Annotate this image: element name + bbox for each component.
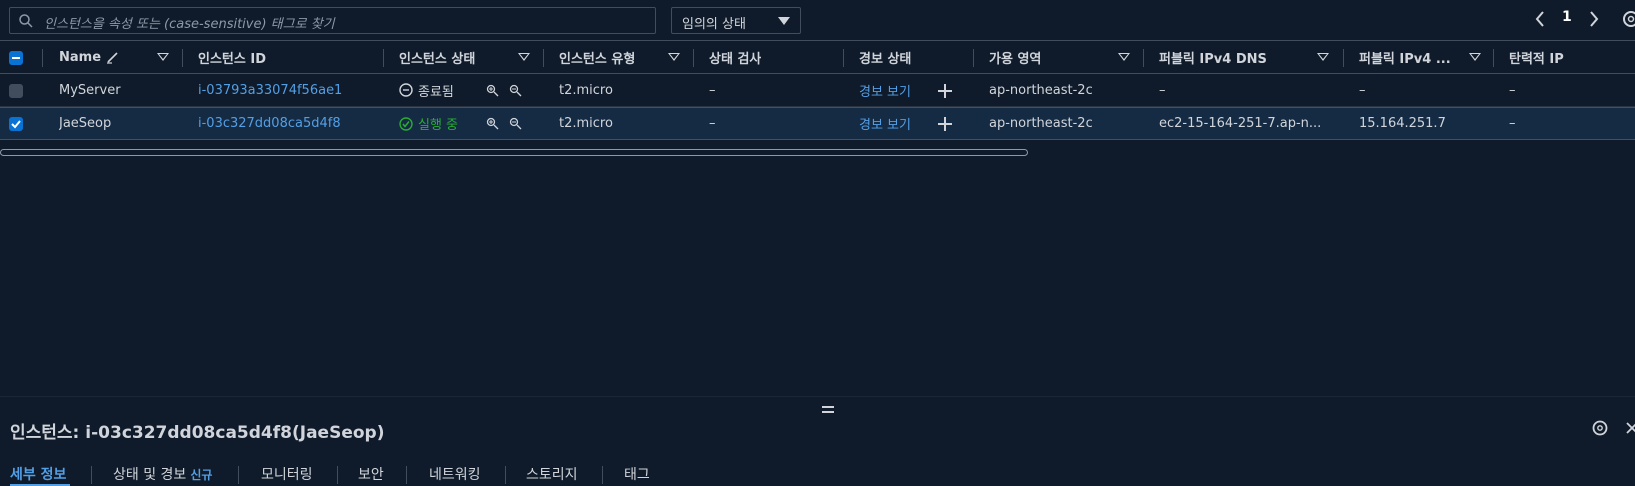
column-separator: [383, 49, 384, 67]
cell-name: JaeSeop: [59, 116, 112, 131]
chevron-right-icon[interactable]: [1587, 8, 1601, 30]
tab-storage[interactable]: 스토리지: [526, 464, 578, 484]
column-separator: [693, 49, 694, 67]
check-icon: [11, 120, 21, 129]
column-header-instance-id[interactable]: 인스턴스 ID: [198, 41, 266, 73]
column-separator: [543, 49, 544, 67]
zoom-in-icon[interactable]: [486, 117, 500, 131]
column-header-status-check[interactable]: 상태 검사: [709, 41, 761, 73]
cell-availability-zone: ap-northeast-2c: [989, 116, 1093, 131]
tab-monitoring[interactable]: 모니터링: [261, 464, 313, 484]
column-header-availability-zone[interactable]: 가용 영역: [989, 41, 1041, 73]
tab-status-alarms[interactable]: 상태 및 경보 신규: [113, 464, 212, 484]
state-label: 실행 중: [418, 118, 459, 133]
filter-toolbar: 인스턴스을 속성 또는 (case-sensitive) 태그로 찾기 임의의 …: [0, 0, 1635, 40]
page-number[interactable]: 1: [1562, 9, 1572, 31]
search-icon: [19, 14, 33, 28]
sort-icon[interactable]: [1317, 53, 1329, 61]
close-icon[interactable]: [1624, 420, 1635, 436]
cell-state: 종료됨: [399, 74, 454, 106]
cell-instance-type: t2.micro: [559, 116, 613, 131]
instance-id-link[interactable]: i-03c327dd08ca5d4f8: [198, 108, 341, 139]
tab-separator: [505, 466, 506, 484]
column-header-instance-state[interactable]: 인스턴스 상태: [399, 41, 475, 73]
column-separator: [1493, 49, 1494, 67]
search-input[interactable]: 인스턴스을 속성 또는 (case-sensitive) 태그로 찾기: [9, 7, 656, 34]
cell-instance-type: t2.micro: [559, 82, 613, 98]
cell-elastic-ip: –: [1509, 116, 1516, 131]
column-header-elastic-ip[interactable]: 탄력적 IP: [1509, 41, 1564, 73]
cell-state: 실행 중: [399, 108, 458, 139]
tab-separator: [238, 466, 239, 484]
tab-networking[interactable]: 네트워킹: [429, 464, 481, 484]
cell-status-check: –: [709, 116, 716, 131]
pane-divider: [0, 396, 1635, 397]
stopped-status-icon: [399, 83, 413, 97]
new-badge: 신규: [190, 468, 213, 482]
tab-separator: [602, 466, 603, 484]
column-header-name[interactable]: Name: [59, 41, 120, 73]
cell-elastic-ip: –: [1509, 82, 1516, 98]
tab-separator: [406, 466, 407, 484]
tab-details[interactable]: 세부 정보: [10, 464, 66, 484]
table-row[interactable]: JaeSeop i-03c327dd08ca5d4f8 실행 중 t2.micr…: [0, 107, 1635, 140]
column-header-alarm-status[interactable]: 경보 상태: [859, 41, 911, 73]
view-alarms-link[interactable]: 경보 보기: [859, 74, 911, 106]
running-status-icon: [399, 116, 413, 131]
sort-icon[interactable]: [157, 53, 169, 61]
tab-label: 상태 및 경보: [113, 467, 187, 483]
horizontal-scrollbar[interactable]: [0, 149, 1028, 156]
row-checkbox[interactable]: [9, 84, 23, 98]
table-row[interactable]: MyServer i-03793a33074f56ae1 종료됨 t2.micr…: [0, 74, 1635, 107]
gear-icon[interactable]: [1590, 418, 1610, 438]
instance-id-link[interactable]: i-03793a33074f56ae1: [198, 74, 342, 106]
zoom-in-icon[interactable]: [486, 84, 500, 98]
tab-tags[interactable]: 태그: [624, 464, 650, 484]
table-header: Name 인스턴스 ID 인스턴스 상태 인스턴스 유형 상태 검사 경보 상태…: [0, 40, 1635, 74]
search-placeholder: 인스턴스을 속성 또는 (case-sensitive) 태그로 찾기: [44, 17, 335, 32]
zoom-out-icon[interactable]: [509, 117, 523, 131]
pencil-icon: [107, 52, 118, 64]
chevron-left-icon[interactable]: [1533, 8, 1547, 30]
add-alarm-icon[interactable]: [938, 84, 952, 98]
state-filter-value: 임의의 상태: [682, 17, 746, 32]
caret-down-icon: [778, 17, 790, 25]
cell-name: MyServer: [59, 82, 121, 98]
select-all-checkbox[interactable]: [9, 51, 23, 65]
state-label: 종료됨: [418, 84, 454, 100]
cell-status-check: –: [709, 82, 716, 98]
tab-security[interactable]: 보안: [358, 464, 384, 484]
gear-icon[interactable]: [1620, 8, 1635, 30]
view-alarms-link[interactable]: 경보 보기: [859, 108, 911, 139]
cell-public-ip: –: [1359, 82, 1366, 98]
column-separator: [1343, 49, 1344, 67]
add-alarm-icon[interactable]: [938, 117, 952, 131]
column-separator: [843, 49, 844, 67]
cell-public-dns: ec2-15-164-251-7.ap-n...: [1159, 116, 1322, 131]
column-header-public-dns[interactable]: 퍼블릭 IPv4 DNS: [1159, 41, 1267, 73]
tab-separator: [91, 466, 92, 484]
resize-handle-icon[interactable]: [822, 406, 834, 414]
cell-availability-zone: ap-northeast-2c: [989, 82, 1093, 98]
column-label: Name: [59, 49, 102, 65]
sort-icon[interactable]: [518, 53, 530, 61]
zoom-out-icon[interactable]: [509, 84, 523, 98]
sort-icon[interactable]: [668, 53, 680, 61]
column-separator: [182, 49, 183, 67]
detail-title: 인스턴스: i-03c327dd08ca5d4f8(JaeSeop): [10, 423, 385, 443]
detail-tabs: 세부 정보 상태 및 경보 신규 모니터링 보안 네트워킹 스토리지 태그: [0, 458, 1635, 486]
cell-public-ip: 15.164.251.7: [1359, 116, 1446, 131]
sort-icon[interactable]: [1469, 53, 1481, 61]
column-separator: [42, 49, 43, 67]
column-separator: [1143, 49, 1144, 67]
cell-public-dns: –: [1159, 82, 1166, 98]
sort-icon[interactable]: [1118, 53, 1130, 61]
state-filter-select[interactable]: 임의의 상태: [671, 7, 801, 34]
column-header-public-ip[interactable]: 퍼블릭 IPv4 ...: [1359, 41, 1451, 73]
column-header-instance-type[interactable]: 인스턴스 유형: [559, 41, 635, 73]
row-checkbox[interactable]: [9, 117, 23, 131]
tab-separator: [337, 466, 338, 484]
column-separator: [973, 49, 974, 67]
